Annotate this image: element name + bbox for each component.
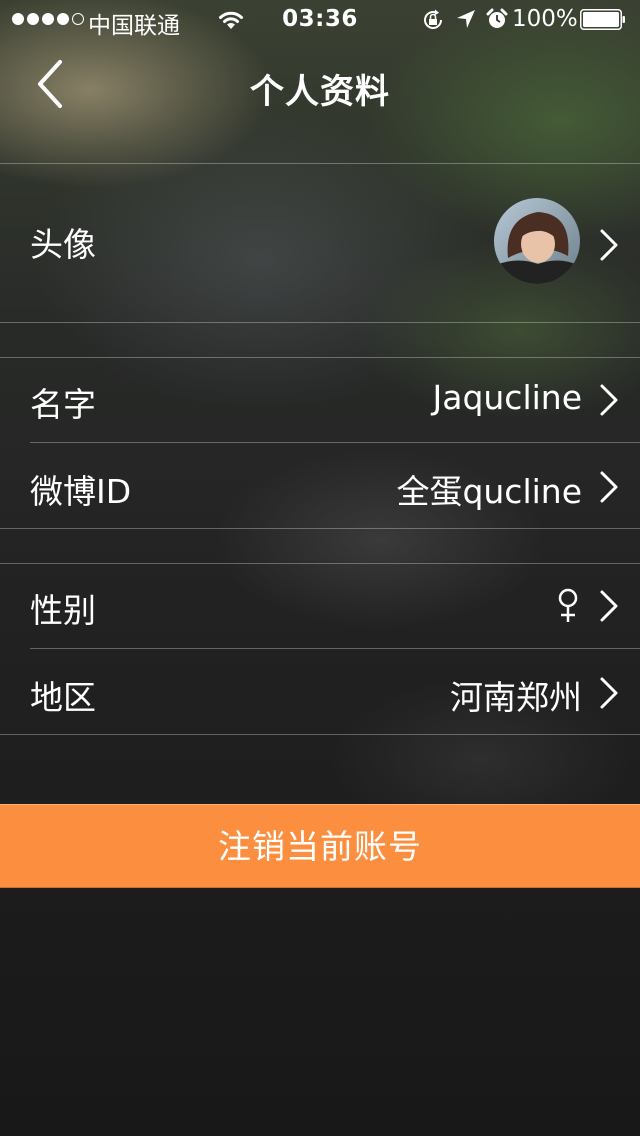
- avatar-row[interactable]: 头像: [0, 164, 640, 322]
- region-label: 地区: [30, 678, 96, 717]
- rotation-lock-icon: [424, 9, 442, 29]
- divider: [0, 734, 640, 735]
- divider: [0, 528, 640, 529]
- divider: [0, 322, 640, 323]
- region-row[interactable]: 地区 河南郑州: [0, 649, 640, 734]
- logout-button[interactable]: 注销当前账号: [0, 804, 640, 888]
- location-arrow-icon: [457, 10, 475, 28]
- name-row[interactable]: 名字 Jaqucline: [0, 358, 640, 442]
- status-bar: 中国联通 03:36 100%: [0, 0, 640, 40]
- chevron-right-icon: [600, 384, 618, 416]
- navigation-bar: 个人资料: [0, 40, 640, 128]
- page-title: 个人资料: [250, 72, 390, 112]
- battery-percentage: 100%: [512, 6, 578, 32]
- weibo-id-label: 微博ID: [30, 472, 132, 511]
- name-value: Jaqucline: [432, 378, 582, 417]
- name-label: 名字: [30, 385, 96, 424]
- battery-icon: [580, 9, 625, 30]
- avatar-label: 头像: [30, 225, 96, 264]
- chevron-right-icon: [600, 677, 618, 709]
- avatar[interactable]: [494, 198, 580, 284]
- weibo-id-row[interactable]: 微博ID 全蛋qucline: [0, 443, 640, 528]
- alarm-clock-icon: [486, 8, 508, 28]
- avatar-image: [494, 198, 580, 284]
- region-value: 河南郑州: [450, 678, 582, 717]
- gender-row[interactable]: 性别: [0, 564, 640, 648]
- female-symbol-icon: [558, 588, 578, 622]
- chevron-right-icon: [600, 590, 618, 622]
- chevron-right-icon: [600, 471, 618, 503]
- chevron-right-icon: [600, 229, 618, 261]
- weibo-id-value: 全蛋qucline: [396, 472, 582, 511]
- gender-label: 性别: [30, 591, 96, 630]
